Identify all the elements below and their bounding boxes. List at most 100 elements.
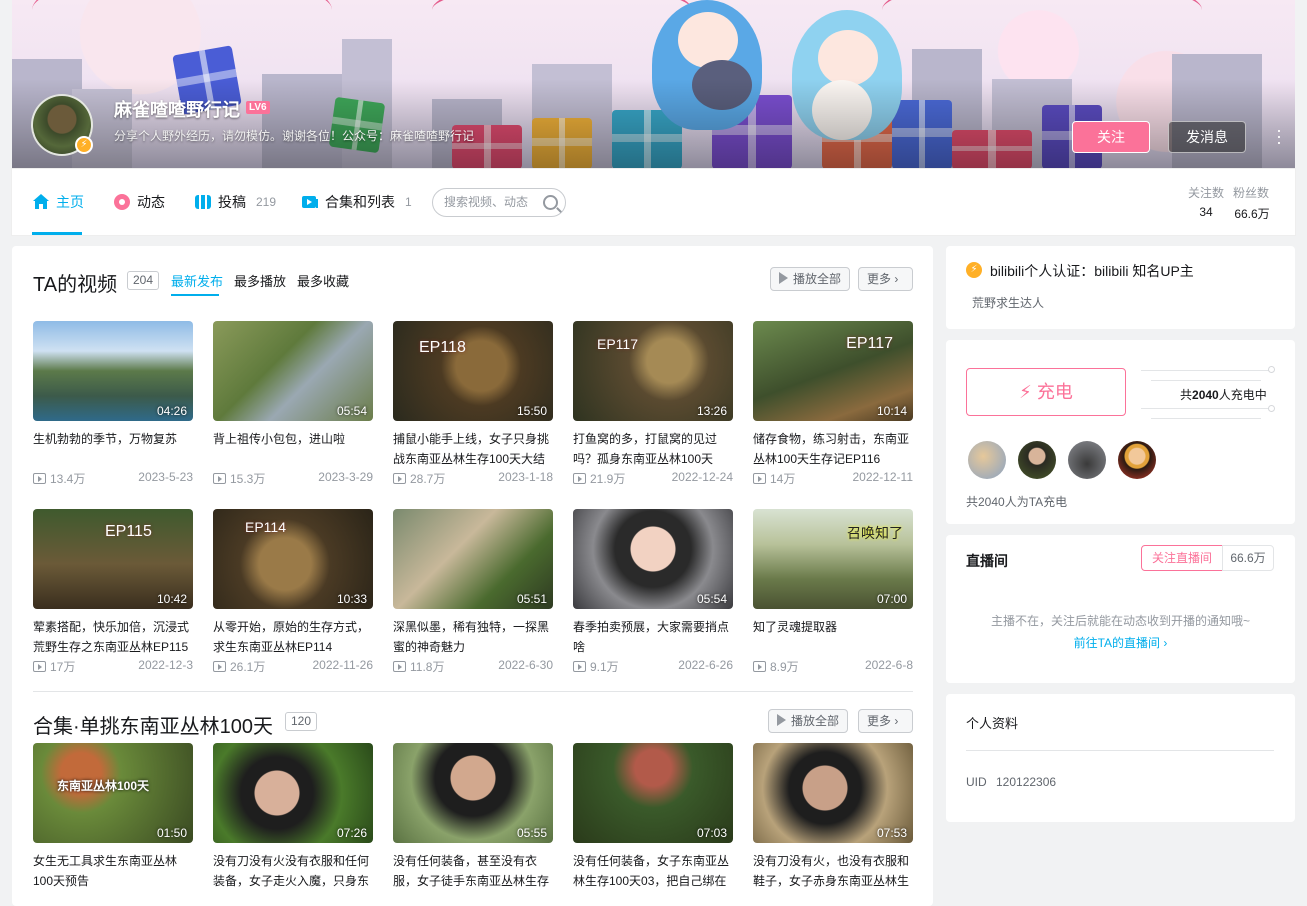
video-thumbnail[interactable]: 召唤知了 07:00 [753,509,913,609]
play-count-icon [393,661,406,672]
video-date: 2023-5-23 [138,470,193,484]
video-thumbnail[interactable]: 05:54 [213,321,373,421]
video-thumbnail[interactable]: 东南亚丛林100天 01:50 [33,743,193,843]
charge-button[interactable]: ⚡ 充电 [966,368,1126,416]
video-thumbnail[interactable]: 04:26 [33,321,193,421]
play-count-icon [33,661,46,672]
tab-latest-indicator [171,294,219,296]
user-signature: 分享个人野外经历，请勿模仿。谢谢各位！公众号：麻雀喳喳野行记 [114,129,475,143]
video-title[interactable]: 打鱼窝的多，打鼠窝的见过吗？孤身东南亚丛林100天 [573,429,733,469]
verification-text: bilibili个人认证：bilibili 知名UP主 [990,263,1194,279]
play-all-label: 播放全部 [791,714,840,728]
video-duration: 05:54 [696,592,727,606]
play-count-icon [33,473,46,484]
video-posts-icon [195,195,211,209]
video-title[interactable]: 知了灵魂提取器 [753,617,913,637]
video-thumbnail[interactable]: 05:55 [393,743,553,843]
video-plays: 9.1万 [573,658,619,675]
collection-badge: 东南亚丛林100天 [57,779,150,793]
video-title[interactable]: 荤素搭配，快乐加倍，沉浸式荒野生存之东南亚丛林EP115 [33,617,193,657]
video-thumbnail[interactable]: EP118 15:50 [393,321,553,421]
collection-more-button[interactable]: 更多 › [858,709,913,733]
episode-badge: EP117 [846,335,893,352]
tab-posts[interactable]: 投稿 219 [194,169,276,235]
video-duration: 05:54 [336,404,367,418]
video-title[interactable]: 背上祖传小包包，进山啦 [213,429,373,449]
video-title[interactable]: 没有刀没有火，也没有衣服和鞋子，女子赤身东南亚丛林生 [753,851,913,891]
uid-label: UID [966,775,987,789]
video-plays: 26.1万 [213,658,265,675]
play-count-icon [753,473,766,484]
following-label[interactable]: 关注数 [1188,184,1224,201]
video-duration: 10:14 [876,404,907,418]
follow-button[interactable]: 关注 [1072,121,1150,153]
video-title[interactable]: 储存食物，练习射击，东南亚丛林100天生存记EP116 [753,429,913,469]
tab-posts-count: 219 [256,195,277,209]
following-count[interactable]: 34 [1188,205,1224,219]
search-icon[interactable] [543,195,558,210]
go-to-live-room-link[interactable]: 前往TA的直播间 › [946,634,1295,651]
play-icon [779,272,788,284]
video-plays: 15.3万 [213,470,265,487]
video-title[interactable]: 从零开始，原始的生存方式，求生东南亚丛林EP114 [213,617,373,657]
follow-live-button[interactable]: 关注直播间 [1141,545,1223,571]
profile-info-panel: 个人资料 UID 120122306 [946,694,1295,822]
charger-avatar[interactable] [1118,441,1156,479]
home-icon [33,194,49,209]
video-title[interactable]: 捕鼠小能手上线，女子只身挑战东南亚丛林生存100天大结局 [393,429,553,469]
fans-count[interactable]: 66.6万 [1230,205,1274,222]
video-title[interactable]: 春季拍卖预展，大家需要捎点啥 [573,617,733,657]
video-thumbnail[interactable]: 05:51 [393,509,553,609]
tab-dynamic-label: 动态 [137,194,165,210]
video-thumbnail[interactable]: 07:53 [753,743,913,843]
tab-latest[interactable]: 最新发布 [171,271,223,290]
charger-avatar[interactable] [968,441,1006,479]
username[interactable]: 麻雀喳喳野行记 [114,96,240,122]
live-offline-tip: 主播不在，关注后就能在动态收到开播的通知哦~ [990,614,1250,628]
fans-label[interactable]: 粉丝数 [1233,184,1269,201]
tab-home-label: 主页 [56,194,84,210]
charger-avatar[interactable] [1068,441,1106,479]
play-count-icon [573,473,586,484]
video-thumbnail[interactable]: 07:26 [213,743,373,843]
charger-avatar[interactable] [1018,441,1056,479]
divider [966,750,1274,751]
tab-most-played[interactable]: 最多播放 [234,271,286,290]
video-title[interactable]: 生机勃勃的季节，万物复苏 [33,429,193,449]
video-thumbnail[interactable]: EP117 10:14 [753,321,913,421]
collection-section-title[interactable]: 合集·单挑东南亚丛林100天 [33,710,273,739]
tab-home[interactable]: 主页 [32,169,84,235]
video-date: 2023-1-18 [498,470,553,484]
video-date: 2022-6-30 [498,658,553,672]
tab-collections[interactable]: 合集和列表 1 [301,169,412,235]
video-plays: 8.9万 [753,658,799,675]
episode-badge: EP114 [245,519,286,535]
video-title[interactable]: 深黑似墨，稀有独特，一探黑蜜的神奇魅力 [393,617,553,657]
more-options-icon[interactable]: · · · [1274,121,1284,151]
more-label: 更多 [867,714,892,728]
uid-value[interactable]: 120122306 [996,775,1056,789]
video-title[interactable]: 没有任何装备，女子东南亚丛林生存100天03，把自己绑在 [573,851,733,891]
video-title[interactable]: 没有任何装备，甚至没有衣服，女子徒手东南亚丛林生存 [393,851,553,891]
video-title[interactable]: 女生无工具求生东南亚丛林100天预告 [33,851,193,891]
play-all-button[interactable]: 播放全部 [770,267,850,291]
collection-play-all-button[interactable]: 播放全部 [768,709,848,733]
circuit-dot [1268,366,1275,373]
charge-count: 共2040人充电中 [1180,388,1267,402]
more-videos-button[interactable]: 更多 › [858,267,913,291]
video-thumbnail[interactable]: EP114 10:33 [213,509,373,609]
send-message-button[interactable]: 发消息 [1168,121,1246,153]
video-duration: 05:55 [516,826,547,840]
main-content: TA的视频 204 最新发布 最多播放 最多收藏 播放全部 更多 › 04:26… [12,246,933,906]
video-plays: 14万 [753,470,795,487]
tab-most-favorited[interactable]: 最多收藏 [297,271,349,290]
video-thumbnail[interactable]: EP115 10:42 [33,509,193,609]
play-count-icon [213,661,226,672]
video-thumbnail[interactable]: 05:54 [573,509,733,609]
video-title[interactable]: 没有刀没有火没有衣服和任何装备，女子走火入魔，只身东 [213,851,373,891]
video-thumbnail[interactable]: EP117 13:26 [573,321,733,421]
space-search-input[interactable]: 搜索视频、动态 [432,188,566,217]
tab-dynamic[interactable]: 动态 [113,169,165,235]
video-thumbnail[interactable]: 07:03 [573,743,733,843]
circuit-line [1141,408,1271,409]
